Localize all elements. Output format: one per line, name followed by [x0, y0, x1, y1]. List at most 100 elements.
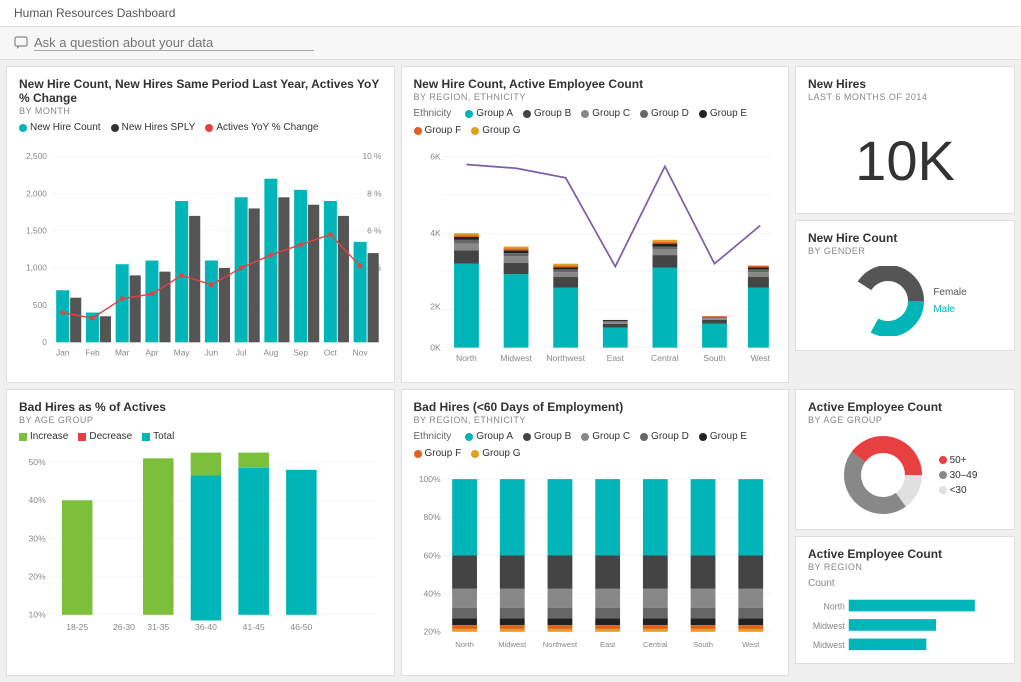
active-age-title: Active Employee Count: [808, 400, 1002, 414]
svg-text:South: South: [693, 640, 713, 649]
svg-text:40%: 40%: [29, 495, 47, 505]
legend-gf: Group F: [414, 125, 462, 136]
bad-hires-days-chart: 100% 80% 60% 40% 20%: [414, 465, 777, 665]
female-label: Female: [933, 287, 966, 298]
svg-text:0: 0: [42, 337, 47, 347]
bad-hires-days-subtitle: BY REGION, ETHNICITY: [414, 415, 777, 425]
card-bad-hires-pct: Bad Hires as % of Actives BY AGE GROUP I…: [6, 389, 395, 676]
svg-text:40%: 40%: [423, 588, 441, 598]
svg-text:Midwest: Midwest: [813, 621, 846, 631]
legend-d-gf: Group F: [414, 448, 462, 459]
svg-text:West: West: [750, 353, 770, 363]
svg-text:500: 500: [33, 300, 47, 310]
new-hires-subtitle: LAST 6 MONTHS OF 2014: [808, 92, 1002, 102]
svg-text:Oct: Oct: [324, 347, 338, 357]
svg-text:Midwest: Midwest: [500, 353, 532, 363]
gender-title: New Hire Count: [808, 231, 1002, 245]
svg-text:North: North: [824, 601, 845, 611]
svg-text:Sep: Sep: [293, 347, 308, 357]
dashboard: New Hire Count, New Hires Same Period La…: [0, 60, 1021, 682]
age-labels: 50+ 30–49 <30: [939, 455, 978, 496]
svg-text:Midwest: Midwest: [498, 640, 527, 649]
card-stacked-title: New Hire Count, Active Employee Count: [414, 77, 777, 91]
legend-nhc-dot: [19, 124, 27, 132]
card-bar-line: New Hire Count, New Hires Same Period La…: [6, 66, 395, 383]
stacked-legend: Ethnicity Group A Group B Group C Group …: [414, 108, 777, 136]
svg-text:Central: Central: [643, 640, 668, 649]
svg-text:South: South: [703, 353, 726, 363]
svg-text:18-25: 18-25: [66, 622, 88, 632]
svg-text:36-40: 36-40: [195, 622, 217, 632]
legend-ge: Group E: [699, 108, 747, 119]
bad-hires-pct-title: Bad Hires as % of Actives: [19, 400, 382, 414]
legend-d-ge: Group E: [699, 431, 747, 442]
svg-text:North: North: [455, 353, 476, 363]
bad-hires-pct-subtitle: BY AGE GROUP: [19, 415, 382, 425]
svg-text:Aug: Aug: [263, 347, 278, 357]
card-new-hires: New Hires LAST 6 MONTHS OF 2014 10K: [795, 66, 1015, 214]
legend-d-gd: Group D: [640, 431, 689, 442]
svg-text:West: West: [742, 640, 760, 649]
svg-text:10%: 10%: [29, 610, 47, 620]
card-active-age: Active Employee Count BY AGE GROUP: [795, 389, 1015, 530]
legend-d-gg: Group G: [471, 448, 520, 459]
new-hires-title: New Hires: [808, 77, 1002, 91]
legend-gg: Group G: [471, 125, 520, 136]
svg-text:Mar: Mar: [115, 347, 130, 357]
card-stacked-bar: New Hire Count, Active Employee Count BY…: [401, 66, 790, 383]
legend-decrease: Decrease: [78, 431, 132, 442]
active-age-subtitle: BY AGE GROUP: [808, 415, 1002, 425]
legend-sply: New Hires SPLY: [111, 122, 196, 133]
svg-text:10 %: 10 %: [362, 151, 381, 161]
svg-text:Feb: Feb: [85, 347, 100, 357]
svg-text:North: North: [455, 640, 474, 649]
legend-yoy: Actives YoY % Change: [205, 122, 318, 133]
active-region-chart: North Midwest Midwest: [808, 593, 1002, 653]
svg-text:80%: 80%: [423, 512, 441, 522]
svg-text:6 %: 6 %: [367, 226, 381, 236]
svg-text:50%: 50%: [29, 457, 47, 467]
bar-line-chart: 2,500 2,000 1,500 1,000 500 0 10 % 8 % 6…: [19, 139, 382, 369]
card-bar-line-title: New Hire Count, New Hires Same Period La…: [19, 77, 382, 105]
svg-text:Jun: Jun: [205, 347, 219, 357]
svg-text:May: May: [174, 347, 191, 357]
age-donut: [833, 435, 933, 515]
bad-hires-days-legend: Ethnicity Group A Group B Group C Group …: [414, 431, 777, 459]
legend-ga: Group A: [465, 108, 513, 119]
svg-text:Northwest: Northwest: [546, 353, 585, 363]
svg-text:2K: 2K: [430, 301, 441, 311]
ask-bar[interactable]: [0, 27, 1021, 60]
bad-hires-pct-chart: 50% 40% 30% 20% 10% 18-25 26-30 31-35 36…: [19, 448, 382, 648]
stacked-bar-chart: 6K 4K 2K 0K: [414, 142, 777, 372]
bad-hires-days-title: Bad Hires (<60 Days of Employment): [414, 400, 777, 414]
gender-subtitle: BY GENDER: [808, 246, 1002, 256]
legend-d-gc: Group C: [581, 431, 630, 442]
age-under30: <30: [950, 485, 967, 496]
svg-text:46-50: 46-50: [290, 622, 312, 632]
page-title: Human Resources Dashboard: [14, 6, 175, 20]
svg-text:Northwest: Northwest: [542, 640, 577, 649]
legend-d-gb: Group B: [523, 431, 571, 442]
legend-sply-dot: [111, 124, 119, 132]
card-bad-hires-days: Bad Hires (<60 Days of Employment) BY RE…: [401, 389, 790, 676]
svg-text:Midwest: Midwest: [813, 640, 846, 650]
chat-icon: [14, 36, 28, 50]
svg-text:1,500: 1,500: [26, 226, 47, 236]
card-bar-line-subtitle: BY MONTH: [19, 106, 382, 116]
ask-input[interactable]: [34, 35, 314, 51]
svg-text:Jul: Jul: [236, 347, 247, 357]
right-column-bottom: Active Employee Count BY AGE GROUP: [795, 389, 1015, 676]
new-hires-value: 10K: [808, 108, 1002, 203]
legend-d-ga: Group A: [465, 431, 513, 442]
right-column: New Hires LAST 6 MONTHS OF 2014 10K New …: [795, 66, 1015, 383]
svg-text:31-35: 31-35: [147, 622, 169, 632]
svg-text:2,000: 2,000: [26, 188, 47, 198]
gender-labels: Female Male: [933, 287, 966, 315]
svg-text:East: East: [606, 353, 624, 363]
svg-text:2,500: 2,500: [26, 151, 47, 161]
svg-text:60%: 60%: [423, 550, 441, 560]
legend-gd: Group D: [640, 108, 689, 119]
bar-line-legend: New Hire Count New Hires SPLY Actives Yo…: [19, 122, 382, 133]
svg-text:1,000: 1,000: [26, 263, 47, 273]
svg-text:41-45: 41-45: [243, 622, 265, 632]
